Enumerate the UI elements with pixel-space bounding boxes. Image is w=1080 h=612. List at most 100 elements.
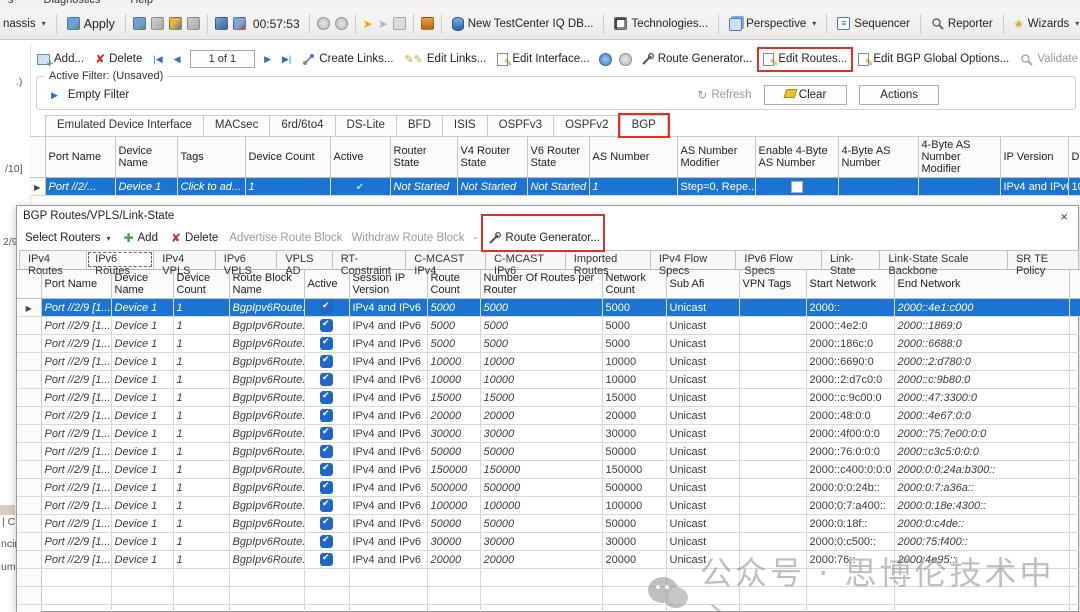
row-selector[interactable] [17, 425, 41, 443]
cell-active[interactable] [304, 551, 349, 569]
cell-end-network[interactable]: 2000:0:c4de:: [894, 515, 1069, 533]
cell-sub-afi[interactable]: Unicast [666, 407, 739, 425]
cell-routes-per-router[interactable]: 30000 [480, 425, 602, 443]
stop-traffic-icon[interactable] [233, 17, 246, 30]
cell-port-name[interactable]: Port //2/9 [1... [41, 551, 111, 569]
cell-session-ip-version[interactable]: IPv4 and IPv6 [349, 425, 427, 443]
checkbox-checked-icon[interactable] [320, 517, 333, 530]
tab-macsec[interactable]: MACsec [203, 115, 270, 136]
cell-port-name[interactable]: Port //2/9 [1... [41, 389, 111, 407]
expand-filter-icon[interactable]: ▶ [51, 90, 58, 101]
stop-devices-icon[interactable] [187, 17, 200, 30]
cell-route-block-name[interactable]: BgpIpv6Route... [229, 317, 304, 335]
start-devices-icon[interactable] [169, 17, 182, 30]
cell-routes-per-router[interactable]: 10000 [480, 371, 602, 389]
edit-bgp-global-options-button[interactable]: Edit BGP Global Options... [856, 51, 1011, 68]
cell-network-count[interactable]: 5000 [602, 299, 666, 317]
cell-route-block-name[interactable]: BgpIpv6Route... [229, 353, 304, 371]
cell-active[interactable] [304, 497, 349, 515]
cell-device-count[interactable]: 1 [173, 317, 229, 335]
col-device-count[interactable]: Device Count [173, 270, 229, 299]
cell-routes-per-router[interactable]: 5000 [480, 317, 602, 335]
cell-sub-afi[interactable]: Unicast [666, 371, 739, 389]
cell-sub-afi[interactable]: Unicast [666, 353, 739, 371]
select-routers-dropdown[interactable]: Select Routers [23, 230, 112, 246]
route-table-row[interactable]: Port //2/9 [1... Device 1 1 BgpIpv6Route… [17, 407, 1080, 425]
cell-network-count[interactable]: 15000 [602, 389, 666, 407]
route-table-row[interactable]: Port //2/9 [1... Device 1 1 BgpIpv6Route… [17, 497, 1080, 515]
cell-session-ip-version[interactable]: IPv4 and IPv6 [349, 407, 427, 425]
cell-device-name[interactable]: Device 1 [111, 533, 173, 551]
row-selector[interactable] [17, 515, 41, 533]
cell-route-count[interactable]: 10000 [427, 371, 480, 389]
cell-start-network[interactable]: 2000:0:7:a400:: [806, 497, 894, 515]
delete-route-block-button[interactable]: ✘ Delete [169, 229, 220, 247]
col-v4-router-state[interactable]: V4 Router State [457, 137, 527, 178]
row-selector[interactable] [17, 353, 41, 371]
tab-link-state-scale-backbone[interactable]: Link-State Scale Backbone [879, 250, 1008, 269]
cell-route-count[interactable]: 5000 [427, 299, 480, 317]
sync-icon[interactable] [599, 53, 612, 66]
cell-device-count[interactable]: 1 [173, 299, 229, 317]
tab-link-state[interactable]: Link-State [821, 250, 880, 269]
cell-route-count[interactable]: 5000 [427, 335, 480, 353]
cell-active[interactable] [304, 299, 349, 317]
cell-active[interactable] [304, 371, 349, 389]
tab-ospfv2[interactable]: OSPFv2 [553, 115, 620, 136]
tab-rt-constraint[interactable]: RT-Constraint [332, 250, 407, 269]
cell-routes-per-router[interactable]: 5000 [480, 335, 602, 353]
col-device-name[interactable]: Device Name [115, 137, 177, 178]
cell-vpn-tags[interactable] [739, 299, 806, 317]
panel-title-bar[interactable]: BGP Routes/VPLS/Link-State × [17, 206, 1078, 226]
cell-end-network[interactable]: 2000:0:7:a36a:: [894, 479, 1069, 497]
cell-end-network[interactable]: 2000::6688:0 [894, 335, 1069, 353]
cell-device-name[interactable]: Device 1 [111, 551, 173, 569]
reporter-button[interactable]: Reporter [928, 15, 996, 32]
cell-route-block-name[interactable]: BgpIpv6Route... [229, 407, 304, 425]
tab-ds-lite[interactable]: DS-Lite [335, 115, 397, 136]
capture-icon[interactable] [317, 17, 330, 30]
row-selector[interactable] [17, 497, 41, 515]
cell-routes-per-router[interactable]: 20000 [480, 551, 602, 569]
row-selector[interactable] [17, 389, 41, 407]
cell-route-count[interactable]: 50000 [427, 443, 480, 461]
cell-route-block-name[interactable]: BgpIpv6Route... [229, 497, 304, 515]
first-page-icon[interactable]: |◀ [151, 53, 164, 66]
cell-port-name[interactable]: Port //2/9 [1... [41, 299, 111, 317]
cell-route-block-name[interactable]: BgpIpv6Route... [229, 461, 304, 479]
cell-as-modifier[interactable]: Step=0, Repe... [677, 178, 755, 196]
cell-route-count[interactable]: 10000 [427, 353, 480, 371]
col-router-state[interactable]: Router State [390, 137, 457, 178]
route-table-row[interactable]: Port //2/9 [1... Device 1 1 BgpIpv6Route… [17, 443, 1080, 461]
cell-port-name[interactable]: Port //2/9 [1... [41, 335, 111, 353]
cell-vpn-tags[interactable] [739, 497, 806, 515]
cell-routes-per-router[interactable]: 5000 [480, 299, 602, 317]
apply-button[interactable]: Apply [64, 15, 118, 33]
cell-session-ip-version[interactable]: IPv4 and IPv6 [349, 461, 427, 479]
prev-page-icon[interactable]: ◀ [172, 53, 183, 66]
cell-device-name[interactable]: Device 1 [111, 461, 173, 479]
tab-ipv6-vpls[interactable]: IPv6 VPLS [215, 250, 278, 269]
testcenter-iq-db-button[interactable]: New TestCenter IQ DB... [449, 15, 597, 33]
cell-device-name[interactable]: Device 1 [111, 515, 173, 533]
disconnect-chassis-icon[interactable] [151, 17, 164, 30]
cell-sub-afi[interactable]: Unicast [666, 425, 739, 443]
col-as-number-modifier[interactable]: AS Number Modifier [677, 137, 755, 178]
row-selector[interactable] [17, 551, 41, 569]
route-table-row[interactable]: Port //2/9 [1... Device 1 1 BgpIpv6Route… [17, 371, 1080, 389]
cell-enable-4byte[interactable] [755, 178, 838, 196]
cell-network-count[interactable]: 500000 [602, 479, 666, 497]
notebook-icon[interactable] [421, 17, 434, 30]
tab-cmcast-ipv4[interactable]: C-MCAST IPv4 [405, 250, 486, 269]
cell-device-count[interactable]: 1 [173, 551, 229, 569]
cell-port-name[interactable]: Port //2/9 [1... [41, 479, 111, 497]
cell-active[interactable] [304, 461, 349, 479]
cell-sub-afi[interactable]: Unicast [666, 479, 739, 497]
cell-device-count[interactable]: 1 [173, 353, 229, 371]
route-table-row[interactable]: Port //2/9 [1... Device 1 1 BgpIpv6Route… [17, 317, 1080, 335]
checkbox-checked-icon[interactable] [320, 445, 333, 458]
tab-emulated-device-interface[interactable]: Emulated Device Interface [45, 115, 204, 136]
add-route-block-button[interactable]: ✚ Add [121, 229, 160, 247]
col-network-count[interactable]: Network Count [602, 270, 666, 299]
cell-ip-version[interactable]: IPv4 and IPv6 [1000, 178, 1068, 196]
